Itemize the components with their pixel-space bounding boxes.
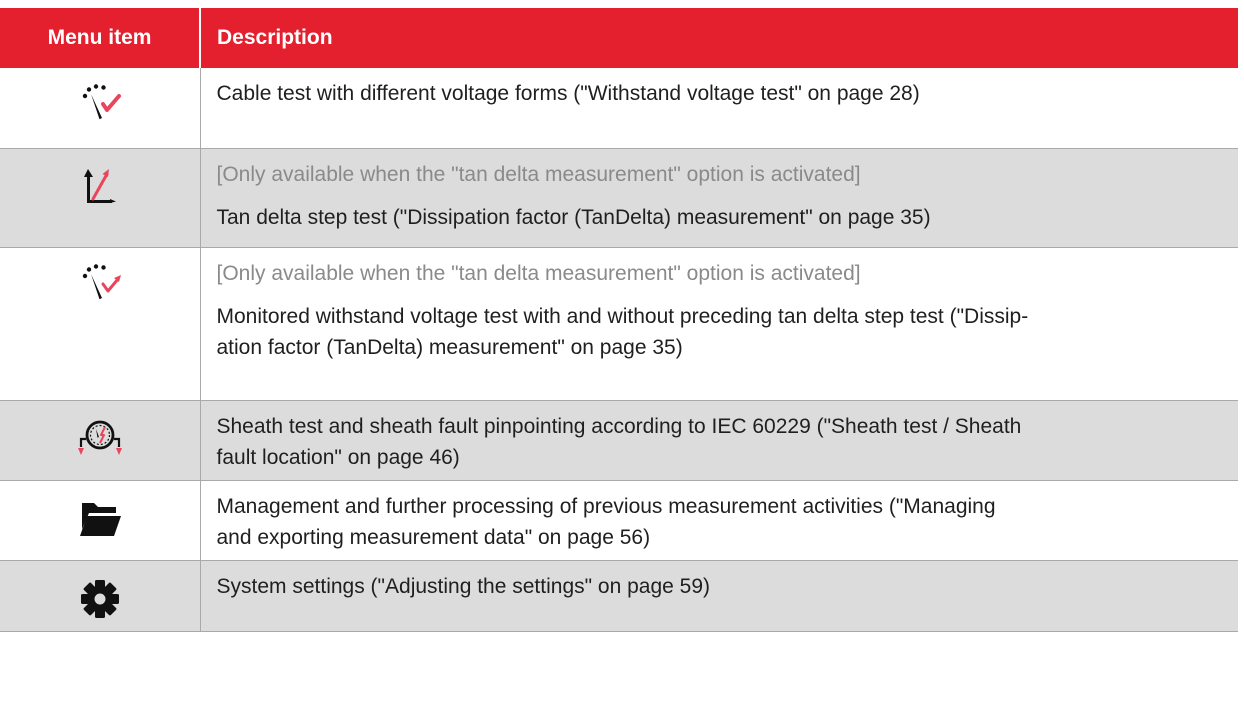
description-line: Monitored withstand voltage test with an… <box>216 305 1029 328</box>
sheath-test-icon[interactable] <box>74 413 126 465</box>
description-text: Monitored withstand voltage test with an… <box>217 289 1219 363</box>
description-cell: [Only available when the "tan delta meas… <box>200 148 1238 248</box>
menu-item-cell <box>0 560 201 632</box>
description-line: Cable test with different voltage forms … <box>216 82 920 105</box>
description-text: Tan delta step test ("Dissipation factor… <box>217 190 1219 233</box>
menu-item-cell <box>0 480 201 561</box>
table-row: System settings ("Adjusting the settings… <box>0 560 1238 632</box>
description-cell: Management and further processing of pre… <box>200 480 1238 561</box>
description-text: Management and further processing of pre… <box>217 481 1219 553</box>
menu-item-cell <box>0 148 201 248</box>
description-cell: System settings ("Adjusting the settings… <box>200 560 1238 632</box>
menu-item-cell <box>0 68 201 149</box>
description-line: Management and further processing of pre… <box>216 495 996 518</box>
gear-icon[interactable] <box>74 573 126 625</box>
availability-note: [Only available when the "tan delta meas… <box>216 163 861 186</box>
description-line: fault location" on page 46) <box>216 446 460 469</box>
tan-delta-icon[interactable] <box>74 161 126 213</box>
header-description: Description <box>199 8 1238 68</box>
menu-item-cell <box>0 400 201 481</box>
description-text: Cable test with different voltage forms … <box>217 68 1219 109</box>
withstand-voltage-test-icon[interactable] <box>74 80 126 132</box>
description-cell: Cable test with different voltage forms … <box>200 68 1238 149</box>
availability-note: [Only available when the "tan delta meas… <box>216 262 861 285</box>
description-line: and exporting measurement data" on page … <box>216 526 651 549</box>
description-cell: Sheath test and sheath fault pinpointing… <box>200 400 1238 481</box>
table-header-row: Menu item Description <box>0 8 1238 68</box>
description-line: ation factor (TanDelta) measurement" on … <box>216 336 683 359</box>
table-row: Sheath test and sheath fault pinpointing… <box>0 400 1238 481</box>
folder-icon[interactable] <box>74 493 126 545</box>
header-menu-item: Menu item <box>0 8 200 68</box>
menu-item-cell <box>0 247 201 401</box>
menu-items-table: Menu item Description Cable test with di… <box>0 8 1238 632</box>
description-line: Sheath test and sheath fault pinpointing… <box>216 415 1022 438</box>
table-row: [Only available when the "tan delta meas… <box>0 148 1238 248</box>
monitored-withstand-test-icon[interactable] <box>74 260 126 312</box>
table-row: Cable test with different voltage forms … <box>0 68 1238 149</box>
table-row: [Only available when the "tan delta meas… <box>0 247 1238 401</box>
description-text: Sheath test and sheath fault pinpointing… <box>217 401 1219 473</box>
description-cell: [Only available when the "tan delta meas… <box>200 247 1238 401</box>
description-line: Tan delta step test ("Dissipation factor… <box>216 206 931 229</box>
description-text: System settings ("Adjusting the settings… <box>217 561 1219 602</box>
table-row: Management and further processing of pre… <box>0 480 1238 561</box>
description-line: System settings ("Adjusting the settings… <box>216 575 711 598</box>
